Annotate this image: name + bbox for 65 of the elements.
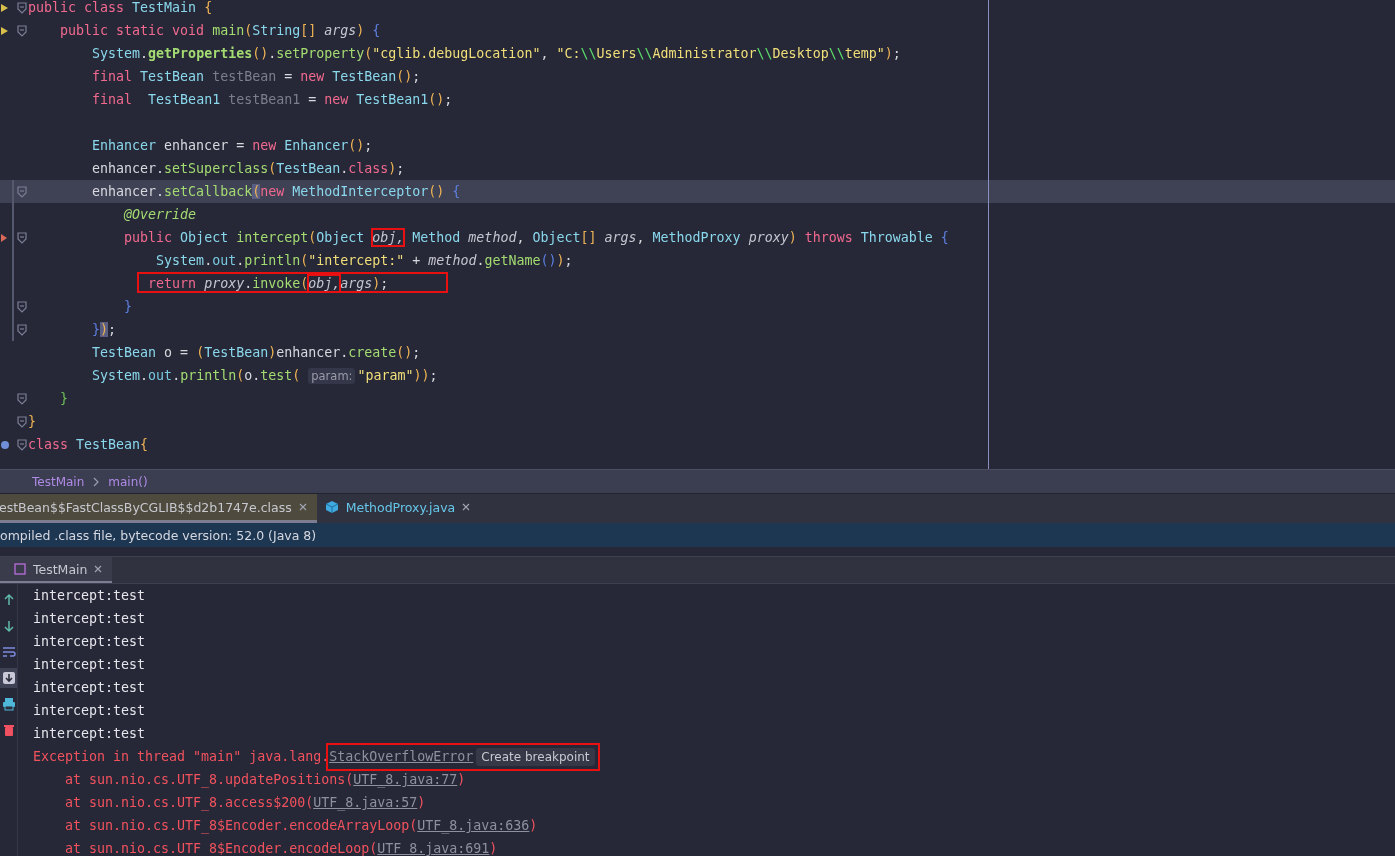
console-line: intercept:test — [33, 726, 146, 741]
run-icon[interactable] — [0, 25, 10, 36]
code-line: enhancer.setSuperclass(TestBean.class); — [91, 160, 405, 178]
code-line: } — [59, 390, 69, 408]
source-link[interactable]: UTF_8.java:77 — [353, 772, 458, 787]
close-icon[interactable] — [462, 503, 471, 511]
console-line: intercept:test — [33, 611, 146, 626]
code-line: public class TestMain { — [28, 0, 213, 17]
code-line: System.out.println(o.test( param: "param")); — [91, 366, 438, 386]
fold-icon[interactable] — [17, 231, 27, 244]
editor-tab[interactable]: estBean$$FastClassByCGLIB$$d2b1747e.class — [0, 494, 317, 523]
code-line: }); — [91, 321, 117, 339]
close-icon[interactable] — [94, 565, 103, 573]
console-line: intercept:test — [33, 634, 146, 649]
down-arrow-icon[interactable] — [1, 619, 16, 633]
code-line: final TestBean testBean = new TestBean(); — [91, 68, 421, 86]
fold-icon[interactable] — [17, 300, 27, 313]
code-line: return proxy.invoke(obj,args); — [147, 275, 389, 293]
cube-icon — [324, 500, 339, 514]
code-line: public Object intercept(Object obj, Method method, Object[] args, MethodProxy proxy) throws Throwable { — [123, 229, 949, 247]
console-line: intercept:test — [33, 588, 146, 603]
code-line: enhancer.setCallback(new MethodInterceptor() { — [91, 183, 461, 201]
console-line: Exception in thread "main" java.lang.StackOverflowError — [33, 749, 474, 764]
console-line: intercept:test — [33, 680, 146, 695]
create-breakpoint-hint[interactable]: Create breakpoint — [476, 747, 595, 766]
close-icon[interactable] — [298, 503, 307, 511]
console-line: at sun.nio.cs.UTF_8.updatePositions(UTF_8.java:77) — [65, 772, 466, 787]
run-tab[interactable]: TestMain — [0, 557, 113, 583]
run-icon[interactable] — [0, 2, 10, 13]
source-link[interactable]: UTF_8.java:636 — [417, 818, 530, 833]
print-icon[interactable] — [1, 697, 16, 711]
console-line: at sun.nio.cs.UTF_8$Encoder.encodeLoop(UTF_8.java:691) — [65, 841, 498, 856]
fold-icon[interactable] — [17, 24, 27, 37]
code-line: TestBean o = (TestBean)enhancer.create(); — [91, 344, 421, 362]
code-line: System.getProperties().setProperty("cglib.debugLocation", "C:\\Users\\Administrator\\Desktop\\temp"); — [91, 45, 901, 63]
source-link[interactable]: UTF_8.java:691 — [377, 841, 490, 856]
console-line: at sun.nio.cs.UTF_8$Encoder.encodeArrayLoop(UTF_8.java:636) — [65, 818, 538, 833]
info-banner-text: ompiled .class file, bytecode version: 52.0 (Java 8) — [0, 527, 317, 543]
breadcrumb-item[interactable]: TestMain — [32, 474, 85, 489]
code-line: public static void main(String[] args) { — [59, 22, 381, 40]
soft-wrap-icon[interactable] — [1, 645, 16, 659]
code-line: Enhancer enhancer = new Enhancer(); — [91, 137, 373, 155]
fold-icon[interactable] — [17, 1, 27, 14]
breadcrumb-item[interactable]: main() — [108, 474, 148, 489]
code-line: } — [123, 298, 133, 316]
fold-icon[interactable] — [17, 438, 27, 451]
console-line: intercept:test — [33, 657, 146, 672]
source-link[interactable]: StackOverflowError — [329, 749, 474, 764]
code-line: @Override — [123, 206, 197, 224]
code-line: class TestBean{ — [28, 436, 149, 454]
trash-icon[interactable] — [1, 723, 16, 737]
fold-icon[interactable] — [17, 185, 27, 198]
window-icon — [14, 563, 26, 575]
console-line: intercept:test — [33, 703, 146, 718]
code-line: System.out.println("intercept:" + method.getName()); — [155, 252, 573, 270]
fold-icon[interactable] — [17, 415, 27, 428]
code-line: } — [28, 413, 36, 431]
fold-icon[interactable] — [17, 323, 27, 336]
chevron-icon — [92, 476, 101, 487]
editor-tab[interactable]: MethodProxy.java — [316, 494, 481, 523]
scroll-to-end-icon[interactable] — [1, 671, 16, 685]
source-link[interactable]: UTF_8.java:57 — [313, 795, 418, 810]
console-line: at sun.nio.cs.UTF_8.access$200(UTF_8.java:57) — [65, 795, 426, 810]
code-line: final TestBean1 testBean1 = new TestBean1(); — [91, 91, 453, 109]
fold-icon[interactable] — [17, 392, 27, 405]
